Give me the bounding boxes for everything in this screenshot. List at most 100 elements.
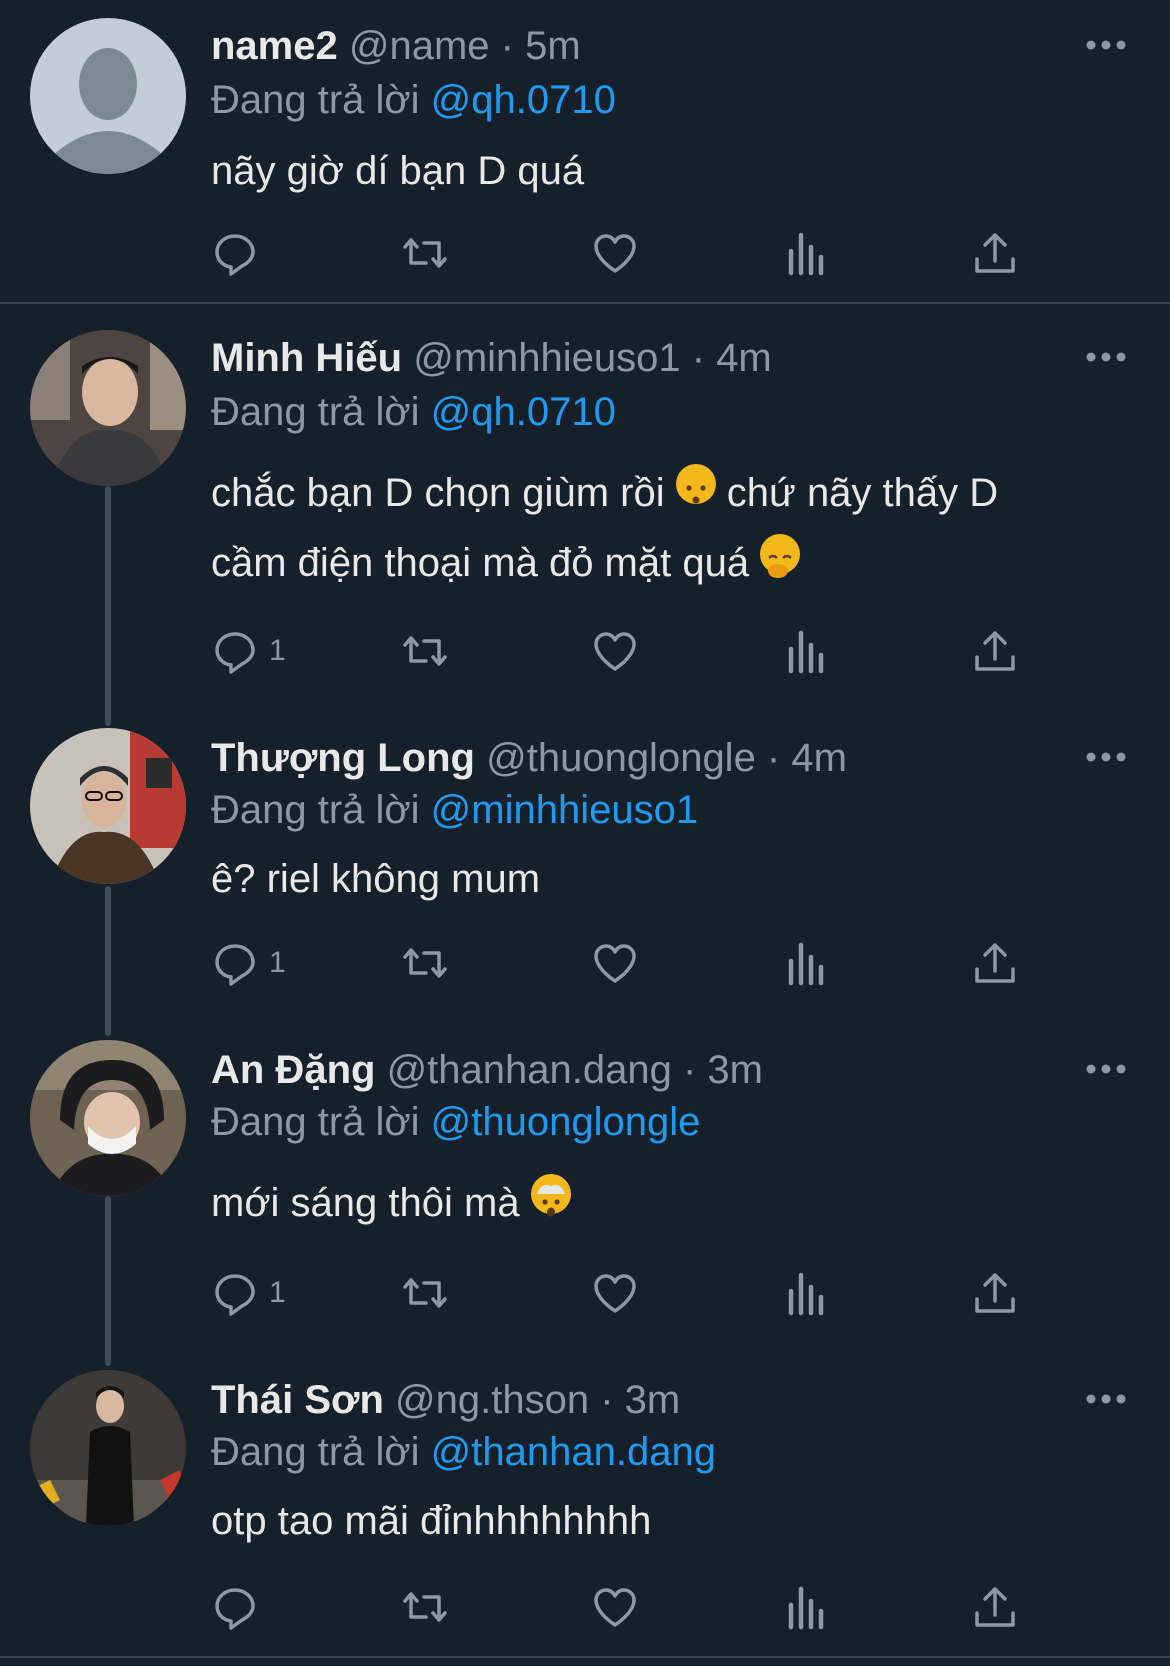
reply-button[interactable]: 1: [211, 938, 286, 988]
exploding-head-emoji: [530, 1174, 571, 1217]
tweet[interactable]: Thái Sơn @ng.thson · 3m Đang trả lời @th…: [0, 1370, 1170, 1660]
share-icon: [975, 1273, 1015, 1313]
reply-prefix: Đang trả lời: [211, 1430, 420, 1474]
text-line: ê? riel không mum: [211, 857, 541, 901]
tweet-header: name2 @name · 5m: [211, 22, 581, 70]
retweet-button[interactable]: [401, 228, 449, 278]
more-options-icon[interactable]: [1086, 1062, 1126, 1074]
like-button[interactable]: [591, 228, 639, 278]
replying-to: Đang trả lời @thuonglongle: [211, 1098, 700, 1146]
tweet[interactable]: An Đặng @thanhan.dang · 3m Đang trả lời …: [0, 1040, 1170, 1340]
display-name[interactable]: Thái Sơn: [211, 1378, 384, 1422]
avatar[interactable]: [30, 728, 186, 884]
tweet[interactable]: Minh Hiếu @minhhieuso1 · 4m Đang trả lời…: [0, 330, 1170, 700]
more-options-icon[interactable]: [1086, 38, 1126, 50]
share-button[interactable]: [971, 938, 1019, 988]
retweet-icon: [403, 948, 447, 978]
share-button[interactable]: [971, 1582, 1019, 1632]
divider: [0, 1656, 1170, 1658]
display-name[interactable]: An Đặng: [211, 1048, 375, 1092]
share-button[interactable]: [971, 626, 1019, 676]
tweet[interactable]: name2 @name · 5m Đang trả lời @qh.0710 n…: [0, 0, 1170, 300]
share-icon: [975, 1587, 1015, 1627]
retweet-icon: [403, 1278, 447, 1308]
tweet-text: otp tao mãi đỉnhhhhhhhh: [211, 1486, 1131, 1556]
retweet-button[interactable]: [401, 1268, 449, 1318]
text-line: chắc bạn D chọn giùm rồi: [211, 471, 676, 515]
tweet[interactable]: Thượng Long @thuonglongle · 4m Đang trả …: [0, 728, 1170, 1018]
tweet-actions: [211, 228, 1071, 278]
text-line: otp tao mãi đỉnhhhhhhhh: [211, 1499, 652, 1543]
analytics-button[interactable]: [781, 1268, 829, 1318]
retweet-icon: [403, 636, 447, 666]
mention-link[interactable]: @thuonglongle: [431, 1100, 701, 1144]
retweet-button[interactable]: [401, 626, 449, 676]
reply-button[interactable]: 1: [211, 1268, 286, 1318]
replying-to: Đang trả lời @thanhan.dang: [211, 1428, 716, 1476]
avatar[interactable]: [30, 1370, 186, 1526]
replying-to: Đang trả lời @qh.0710: [211, 388, 616, 436]
handle-time: @name · 5m: [348, 24, 581, 68]
share-button[interactable]: [971, 228, 1019, 278]
retweet-button[interactable]: [401, 938, 449, 988]
face-with-hand-over-mouth-emoji: [760, 534, 801, 578]
reply-icon: [215, 1274, 255, 1316]
avatar[interactable]: [30, 1040, 186, 1196]
heart-icon: [594, 1588, 636, 1627]
analytics-button[interactable]: [781, 1582, 829, 1632]
analytics-icon: [788, 942, 824, 986]
mention-link[interactable]: @thanhan.dang: [431, 1430, 716, 1474]
display-name[interactable]: name2: [211, 24, 338, 68]
handle-time: @minhhieuso1 · 4m: [413, 336, 772, 380]
reply-count: 1: [269, 946, 286, 979]
text-line: mới sáng thôi mà: [211, 1181, 531, 1225]
retweet-button[interactable]: [401, 1582, 449, 1632]
tweet-text: chắc bạn D chọn giùm rồi chứ nãy thấy D …: [211, 458, 1131, 598]
more-options-icon[interactable]: [1086, 1392, 1126, 1404]
tweet-actions: 1: [211, 626, 1071, 676]
tweet-actions: [211, 1582, 1071, 1632]
text-line: chứ nãy thấy D: [715, 471, 999, 515]
default-avatar-icon[interactable]: [30, 18, 186, 174]
display-name[interactable]: Minh Hiếu: [211, 336, 402, 380]
analytics-button[interactable]: [781, 938, 829, 988]
text-line: nãy giờ dí bạn D quá: [211, 149, 585, 193]
reply-button[interactable]: 1: [211, 626, 286, 676]
reply-count: 1: [269, 1276, 286, 1309]
mention-link[interactable]: @minhhieuso1: [431, 788, 698, 832]
analytics-icon: [788, 630, 824, 674]
tweet-header: Thượng Long @thuonglongle · 4m: [211, 734, 847, 782]
reply-button[interactable]: [211, 1582, 269, 1632]
like-button[interactable]: [591, 1268, 639, 1318]
more-options-icon[interactable]: [1086, 750, 1126, 762]
analytics-button[interactable]: [781, 228, 829, 278]
replying-to: Đang trả lời @qh.0710: [211, 76, 616, 124]
analytics-icon: [788, 1586, 824, 1630]
reply-icon: [215, 234, 255, 276]
like-button[interactable]: [591, 626, 639, 676]
reply-prefix: Đang trả lời: [211, 1100, 420, 1144]
like-button[interactable]: [591, 1582, 639, 1632]
heart-icon: [594, 1274, 636, 1313]
analytics-icon: [788, 1272, 824, 1316]
reply-prefix: Đang trả lời: [211, 78, 420, 122]
analytics-button[interactable]: [781, 626, 829, 676]
tweet-header: Thái Sơn @ng.thson · 3m: [211, 1376, 680, 1424]
mention-link[interactable]: @qh.0710: [431, 390, 616, 434]
share-icon: [975, 631, 1015, 671]
tweet-actions: 1: [211, 938, 1071, 988]
analytics-icon: [788, 232, 824, 276]
more-options-icon[interactable]: [1086, 350, 1126, 362]
divider: [0, 302, 1170, 304]
share-button[interactable]: [971, 1268, 1019, 1318]
tweet-header: Minh Hiếu @minhhieuso1 · 4m: [211, 334, 772, 382]
heart-icon: [594, 234, 636, 273]
display-name[interactable]: Thượng Long: [211, 736, 475, 780]
text-line: cầm điện thoại mà đỏ mặt quá: [211, 541, 761, 585]
retweet-icon: [403, 238, 447, 268]
like-button[interactable]: [591, 938, 639, 988]
tweet-text: mới sáng thôi mà: [211, 1168, 1131, 1238]
reply-button[interactable]: [211, 228, 269, 278]
mention-link[interactable]: @qh.0710: [431, 78, 616, 122]
avatar[interactable]: [30, 330, 186, 486]
